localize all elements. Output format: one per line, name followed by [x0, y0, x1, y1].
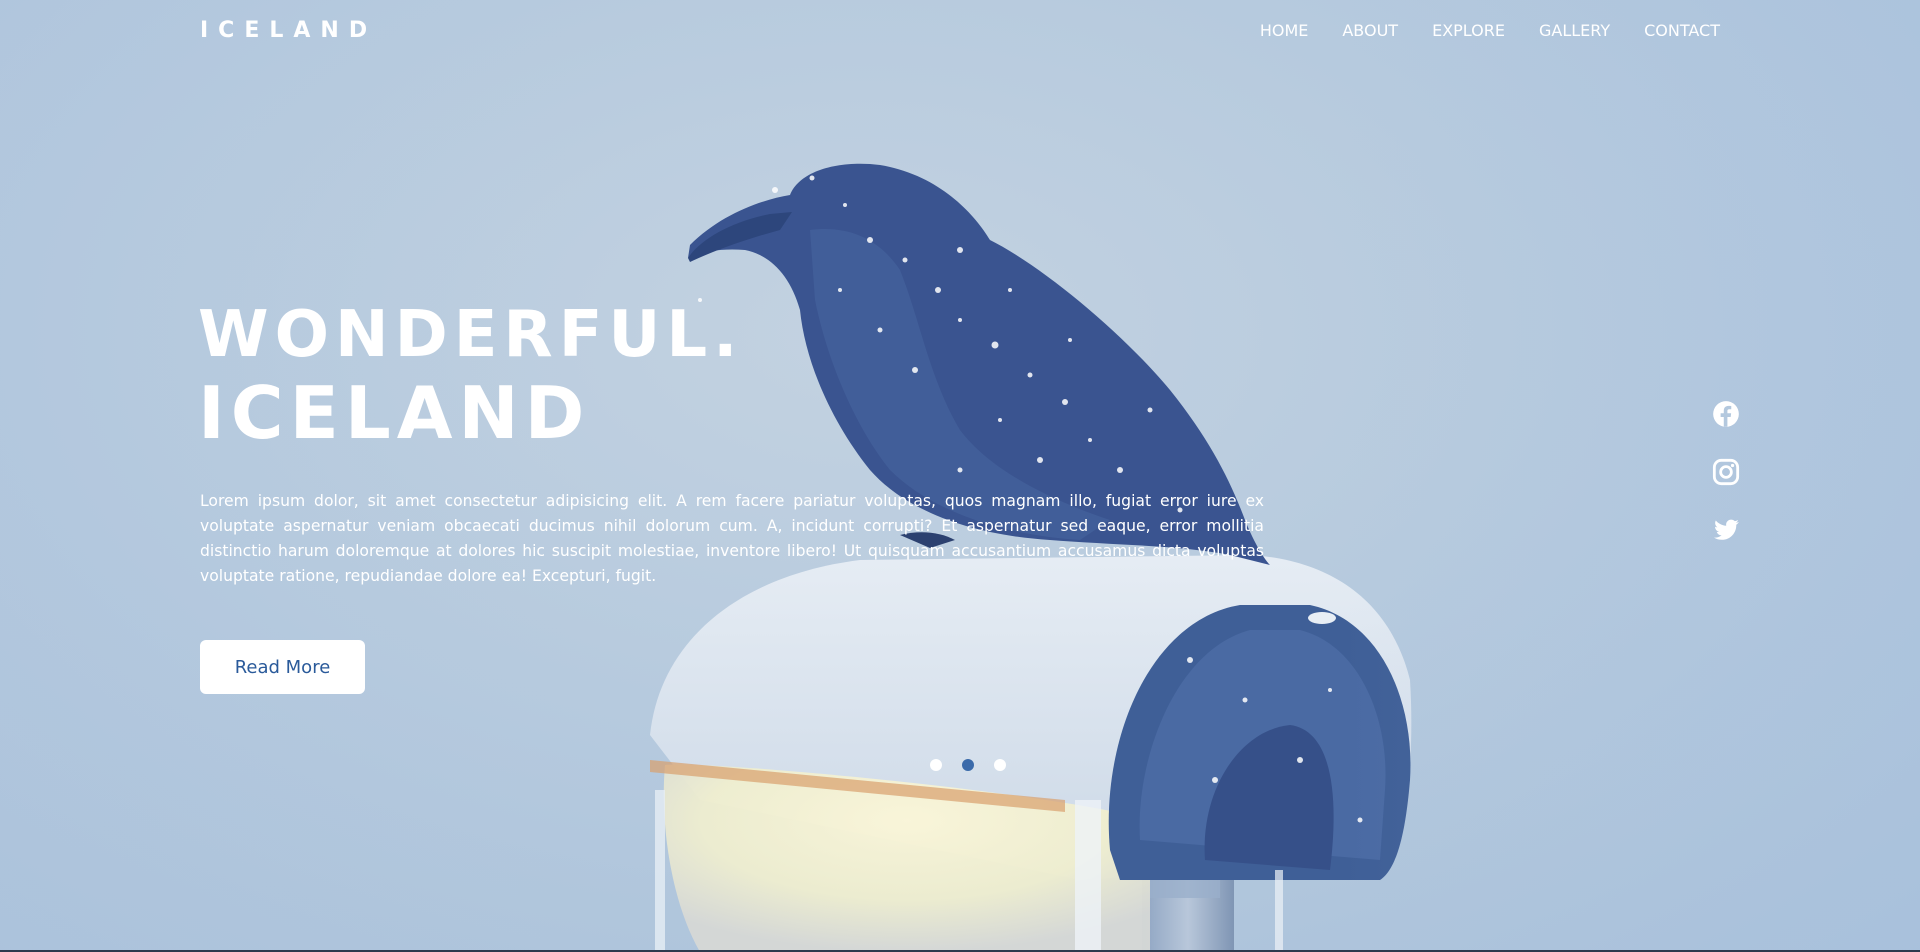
twitter-icon — [1713, 519, 1739, 540]
facebook-icon — [1713, 401, 1739, 427]
hero-title-line2: ICELAND — [198, 371, 591, 455]
twitter-link[interactable] — [1712, 516, 1740, 544]
carousel-dot-1[interactable] — [930, 759, 942, 771]
site-logo[interactable]: ICELAND — [200, 18, 377, 43]
nav-about[interactable]: ABOUT — [1342, 21, 1398, 40]
hero-title: WONDERFUL. ICELAND — [198, 296, 743, 452]
carousel-dot-3[interactable] — [994, 759, 1006, 771]
street-lamp — [650, 555, 1412, 952]
facebook-link[interactable] — [1712, 400, 1740, 428]
carousel-dot-2[interactable] — [962, 759, 974, 771]
hero-title-line1: WONDERFUL. — [198, 298, 744, 372]
hero-description: Lorem ipsum dolor, sit amet consectetur … — [200, 492, 1264, 585]
carousel-indicators — [930, 759, 1006, 771]
nav-contact[interactable]: CONTACT — [1644, 21, 1720, 40]
nav-gallery[interactable]: GALLERY — [1539, 21, 1610, 40]
background-scene — [650, 163, 1412, 952]
hero-page: ICELAND HOME ABOUT EXPLORE GALLERY CONTA… — [0, 0, 1920, 952]
read-more-button[interactable]: Read More — [200, 640, 365, 694]
main-nav: HOME ABOUT EXPLORE GALLERY CONTACT — [1260, 21, 1720, 40]
instagram-icon — [1712, 458, 1740, 486]
instagram-link[interactable] — [1712, 458, 1740, 486]
nav-home[interactable]: HOME — [1260, 21, 1309, 40]
social-links — [1712, 400, 1740, 544]
nav-explore[interactable]: EXPLORE — [1432, 21, 1505, 40]
